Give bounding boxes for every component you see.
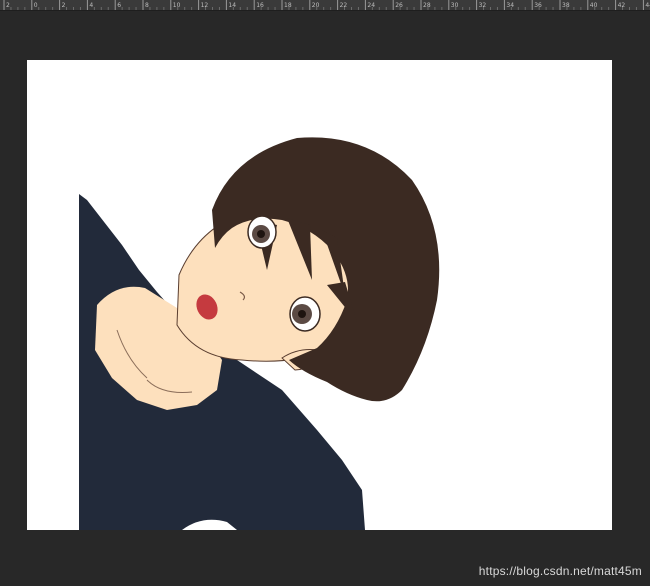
ruler-label: 20: [312, 2, 320, 9]
top-ruler[interactable]: 2 0 2 4 6 8 10 12 14 16 18 20 22 24 26 28 30 32 34 36 38 40 42…: [0, 0, 650, 11]
ruler-label: 40: [590, 2, 598, 9]
ruler-label: 26: [395, 2, 403, 9]
editor-workspace[interactable]: https://blog.csdn.net/matt45m: [0, 11, 650, 586]
ruler-label: 24: [367, 2, 375, 9]
ruler-label: 10: [173, 2, 181, 9]
anime-girl-illustration: [79, 137, 440, 530]
ruler-label: 2: [62, 2, 66, 9]
ruler-label: 18: [284, 2, 292, 9]
ruler-label: 12: [201, 2, 209, 9]
right-eye-pupil: [298, 310, 306, 318]
ruler-label: 4: [89, 2, 93, 9]
ruler-label: 6: [117, 2, 121, 9]
ruler-label: 30: [451, 2, 459, 9]
ruler-label: 34: [506, 2, 514, 9]
ruler-label: 32: [479, 2, 487, 9]
document-canvas[interactable]: [27, 60, 612, 530]
watermark-text: https://blog.csdn.net/matt45m: [478, 564, 642, 578]
ruler-label: 36: [534, 2, 542, 9]
left-eye-pupil: [257, 230, 265, 238]
ruler-label: 14: [228, 2, 236, 9]
ruler-label: 8: [145, 2, 149, 9]
ruler-label: 42: [618, 2, 626, 9]
ruler-label: 38: [562, 2, 570, 9]
ruler-label: 22: [340, 2, 348, 9]
ruler-label: 0: [34, 2, 38, 9]
ruler-label: 2: [6, 2, 10, 9]
ruler-ticks: 2 0 2 4 6 8 10 12 14 16 18 20 22 24 26 28 30 32 34 36 38 40 42…: [3, 0, 650, 10]
ruler-label: 44: [645, 2, 650, 9]
ruler-label: 28: [423, 2, 431, 9]
ruler-label: 16: [256, 2, 264, 9]
